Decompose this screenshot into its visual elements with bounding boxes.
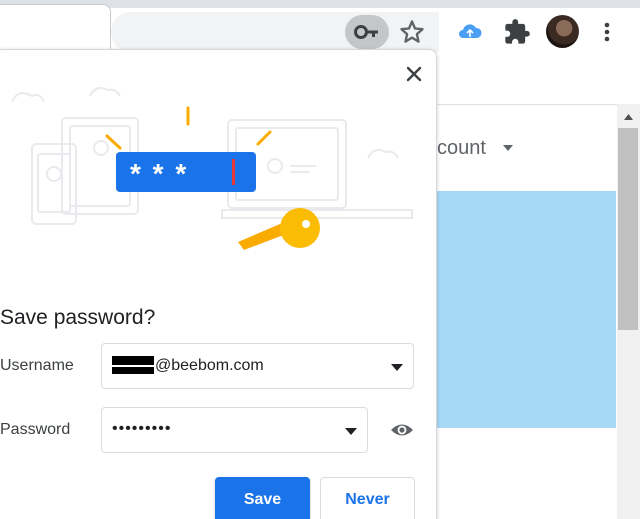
save-button[interactable]: Save <box>215 477 310 519</box>
scrollbar-thumb[interactable] <box>618 128 638 330</box>
username-dropdown-icon[interactable] <box>390 360 404 374</box>
password-value: ••••••••• <box>112 420 172 437</box>
account-menu-label[interactable]: count <box>437 137 486 160</box>
password-label: Password <box>0 421 71 438</box>
caret-down-icon[interactable] <box>500 140 516 156</box>
cloud-extension-icon[interactable] <box>456 18 484 46</box>
profile-avatar[interactable] <box>546 15 579 48</box>
password-key-button[interactable] <box>345 15 389 49</box>
more-menu-icon[interactable] <box>597 18 617 46</box>
puzzle-extension-icon[interactable] <box>503 18 531 46</box>
password-mask-illustration: * * * <box>130 158 189 189</box>
page-hero-panel <box>437 191 616 428</box>
show-password-eye-icon[interactable] <box>390 419 414 441</box>
username-value: @beebom.com <box>155 357 264 374</box>
star-icon[interactable] <box>398 18 426 46</box>
username-field[interactable]: @beebom.com <box>101 343 414 389</box>
save-password-illustration <box>11 87 413 250</box>
dialog-title: Save password? <box>0 306 156 329</box>
address-bar[interactable] <box>111 12 439 52</box>
never-button[interactable]: Never <box>320 477 415 519</box>
redaction-line <box>112 365 154 367</box>
password-dropdown-icon[interactable] <box>344 424 358 438</box>
password-field[interactable]: ••••••••• <box>101 407 368 453</box>
username-label: Username <box>0 357 74 374</box>
browser-window: o count <box>0 0 640 519</box>
key-icon <box>354 25 378 39</box>
scroll-up-arrow-icon[interactable] <box>617 108 640 126</box>
